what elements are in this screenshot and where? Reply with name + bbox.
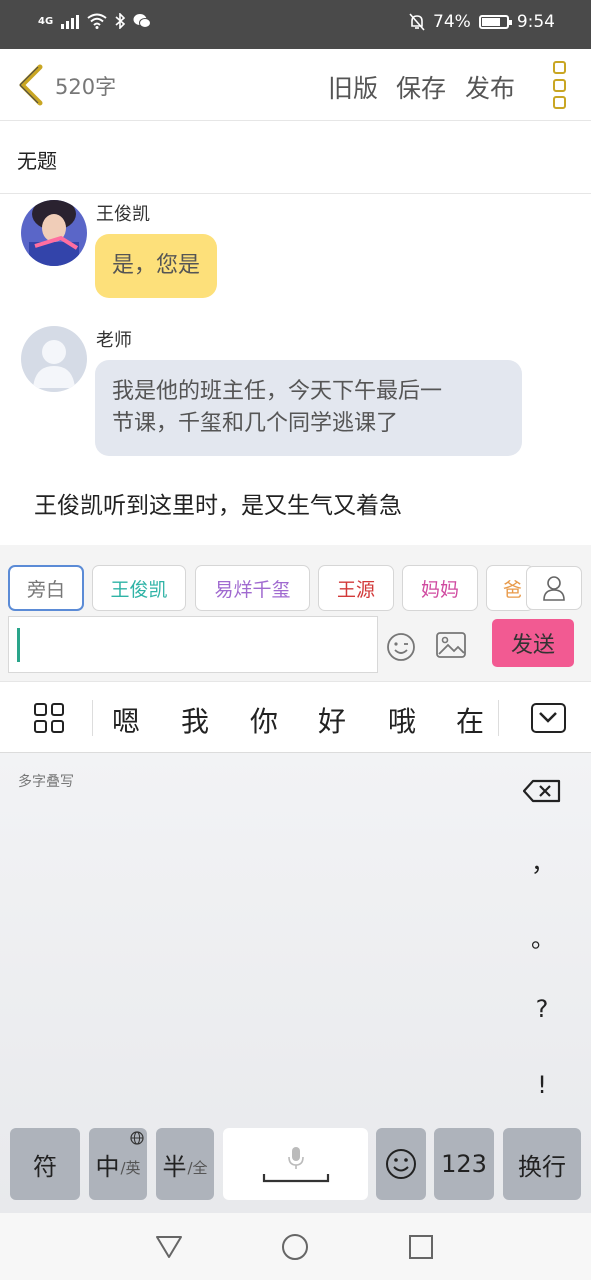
candidate-word[interactable]: 我 — [181, 700, 209, 740]
network-type: 4G — [38, 15, 54, 27]
add-role-button[interactable] — [526, 566, 582, 610]
back-triangle-icon[interactable] — [155, 1234, 183, 1260]
chinese-label: 中 — [95, 1152, 120, 1181]
image-icon[interactable] — [435, 631, 467, 659]
emoji-icon[interactable] — [385, 631, 417, 663]
enter-key-label: 换行 — [518, 1152, 566, 1181]
english-label: /英 — [120, 1158, 141, 1177]
battery-icon — [478, 15, 512, 29]
send-button[interactable]: 发送 — [492, 619, 574, 667]
role-chip-wang-junkai[interactable]: 王俊凯 — [92, 565, 186, 611]
wifi-icon — [87, 13, 107, 29]
back-arrow-icon[interactable] — [14, 63, 50, 107]
system-nav-bar — [0, 1213, 591, 1280]
grid-menu-icon[interactable] — [34, 703, 64, 733]
numbers-key-label: 123 — [441, 1150, 487, 1178]
word-count: 520字 — [55, 75, 117, 99]
save-button[interactable]: 保存 — [396, 69, 446, 105]
exclamation-key[interactable]: ! — [531, 1071, 553, 1099]
divider — [498, 700, 499, 736]
candidate-word[interactable]: 哦 — [388, 700, 416, 740]
text-cursor — [17, 628, 20, 662]
home-circle-icon[interactable] — [281, 1233, 309, 1261]
backspace-icon[interactable] — [523, 779, 561, 803]
role-chip-label: 王源 — [336, 578, 375, 601]
role-chip-label: 王俊凯 — [110, 578, 168, 601]
role-chip-wang-yuan[interactable]: 王源 — [318, 565, 394, 611]
role-chip-label: 易烊千玺 — [214, 578, 291, 601]
avatar-wang-junkai[interactable] — [21, 200, 87, 266]
candidate-word[interactable]: 在 — [456, 700, 484, 740]
clock: 9:54 — [516, 12, 555, 32]
comma-key[interactable]: ， — [531, 843, 555, 878]
role-chip-mom[interactable]: 妈妈 — [402, 565, 478, 611]
old-version-button[interactable]: 旧版 — [328, 69, 378, 105]
recents-square-icon[interactable] — [408, 1234, 434, 1260]
role-chip-label: 爸 — [503, 578, 523, 601]
numbers-key[interactable]: 123 — [434, 1128, 494, 1200]
sender-name: 老师 — [96, 330, 132, 351]
smiley-icon — [386, 1149, 416, 1179]
enter-key[interactable]: 换行 — [503, 1128, 581, 1200]
candidate-word[interactable]: 你 — [250, 700, 278, 740]
battery-percent: 74% — [433, 12, 471, 32]
message-line: 我是他的班主任，今天下午最后一 — [112, 379, 443, 404]
wechat-icon — [133, 14, 152, 28]
language-toggle-key[interactable]: 中/英 — [89, 1128, 147, 1200]
publish-button[interactable]: 发布 — [465, 69, 515, 105]
period-key[interactable]: 。 — [531, 919, 555, 954]
mute-icon — [409, 13, 425, 31]
bluetooth-icon — [115, 13, 126, 29]
handwriting-mode-label: 多字叠写 — [18, 774, 74, 790]
full-label: /全 — [187, 1158, 208, 1177]
role-chip-yi-yangqianxi[interactable]: 易烊千玺 — [195, 565, 310, 611]
chat-message: 老师 我是他的班主任，今天下午最后一 节课，千玺和几个同学逃课了 — [21, 326, 581, 466]
message-line: 节课，千玺和几个同学逃课了 — [112, 411, 399, 436]
editor-toolbar: 520字 旧版 保存 发布 — [0, 49, 591, 121]
message-input[interactable] — [8, 616, 378, 673]
divider — [92, 700, 93, 736]
message-bubble[interactable]: 我是他的班主任，今天下午最后一 节课，千玺和几个同学逃课了 — [95, 360, 522, 456]
symbols-key-label: 符 — [33, 1152, 57, 1181]
narration-text[interactable]: 王俊凯听到这里时，是又生气又着急 — [34, 486, 402, 520]
emoji-key[interactable] — [376, 1128, 426, 1200]
role-chip-narrator[interactable]: 旁白 — [8, 565, 84, 611]
space-key[interactable] — [223, 1128, 368, 1200]
chat-message: 王俊凯 是，您是 — [21, 200, 581, 310]
symbols-key[interactable]: 符 — [10, 1128, 80, 1200]
document-title[interactable]: 无题 — [0, 121, 591, 194]
candidate-word[interactable]: 好 — [318, 700, 346, 740]
role-chip-label: 妈妈 — [420, 578, 459, 601]
microphone-icon — [288, 1147, 304, 1169]
half-label: 半 — [162, 1152, 187, 1181]
collapse-keyboard-icon[interactable] — [531, 703, 566, 733]
candidate-word[interactable]: 嗯 — [112, 700, 140, 740]
keyboard-candidate-bar: 嗯 我 你 好 哦 在 — [0, 681, 591, 753]
more-menu-icon[interactable] — [553, 61, 569, 109]
status-bar: 4G 74% 9:54 — [0, 0, 591, 49]
signal-icon — [61, 13, 80, 29]
globe-icon — [130, 1131, 144, 1145]
role-selector-bar: 旁白 王俊凯 易烊千玺 王源 妈妈 爸 发送 — [0, 545, 591, 681]
half-width-toggle-key[interactable]: 半/全 — [156, 1128, 214, 1200]
avatar-teacher[interactable] — [21, 326, 87, 392]
role-chip-label: 旁白 — [26, 578, 65, 601]
question-key[interactable]: ? — [531, 995, 553, 1023]
space-bar-icon — [262, 1174, 330, 1183]
message-bubble[interactable]: 是，您是 — [95, 234, 218, 298]
sender-name: 王俊凯 — [96, 204, 150, 225]
person-icon — [543, 576, 565, 601]
